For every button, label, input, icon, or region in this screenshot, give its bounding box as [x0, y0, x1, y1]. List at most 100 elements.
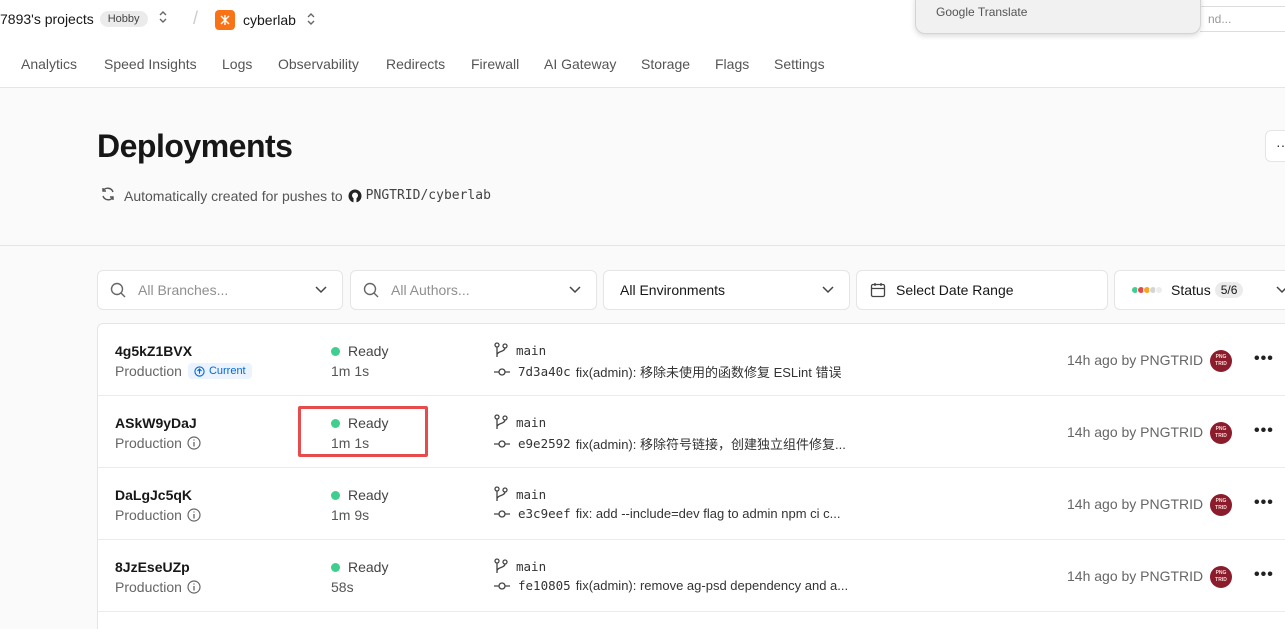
commit-message: fix(admin): remove ag-psd dependency and… [575, 578, 849, 593]
branches-placeholder: All Branches... [138, 282, 229, 298]
date-range-filter[interactable]: Select Date Range [856, 270, 1108, 310]
ready-status-dot [331, 562, 340, 572]
chevron-updown-icon[interactable] [306, 12, 316, 29]
subtitle-text: Automatically created for pushes to [124, 187, 343, 204]
repo-link[interactable]: PNGTRID/cyberlab [366, 188, 491, 203]
deployment-status: Ready [331, 487, 388, 503]
tab-settings[interactable]: Settings [774, 56, 825, 72]
build-duration: 1m 9s [331, 507, 370, 523]
branch-name[interactable]: main [516, 559, 546, 574]
plan-badge: Hobby [99, 10, 148, 27]
chevron-down-icon [1275, 282, 1285, 299]
status-dots-icon [1131, 286, 1163, 294]
deployment-id[interactable]: ASkW9yDaJ [115, 415, 197, 431]
deployment-id[interactable]: 8JzEseUZp [115, 559, 190, 575]
status-label: Ready [348, 343, 389, 359]
deployment-env: Production Current [115, 363, 252, 379]
more-options-icon[interactable]: ••• [1254, 422, 1274, 440]
deployment-id[interactable]: 4g5kZ1BVX [115, 343, 192, 359]
authors-filter[interactable]: All Authors... [350, 270, 597, 310]
more-options-icon[interactable]: ••• [1254, 494, 1274, 512]
status-label: Ready [348, 487, 389, 503]
branch-info: main [494, 342, 546, 358]
team-switcher[interactable]: 7893's projects Hobby [0, 10, 168, 27]
sync-icon [100, 186, 116, 205]
deployment-time: 14h ago by PNGTRID [1067, 352, 1204, 368]
deployment-time: 14h ago by PNGTRID [1067, 568, 1204, 584]
git-branch-icon [494, 414, 508, 429]
ready-status-dot [331, 346, 340, 356]
environments-filter[interactable]: All Environments [603, 270, 850, 310]
deployment-status: Ready [331, 343, 388, 359]
branch-name[interactable]: main [516, 487, 546, 502]
commit-info: 7d3a40c fix(admin): 移除未使用的函数修复 ESLint 错误 [494, 362, 884, 381]
build-duration: 58s [331, 579, 354, 595]
arrow-up-circle-icon [194, 365, 205, 377]
branch-info: main [494, 558, 546, 574]
deployment-row[interactable]: 4g5kZ1BVX Production Current Ready 1m 1s… [98, 324, 1285, 396]
avatar: PNG TRID [1210, 422, 1232, 444]
tab-analytics[interactable]: Analytics [21, 56, 77, 72]
environments-value: All Environments [620, 282, 726, 298]
deployment-row[interactable]: DaLgJc5qK Production Ready 1m 9s main e3… [98, 468, 1285, 540]
info-icon [187, 508, 201, 522]
commit-hash[interactable]: 7d3a40c [518, 364, 571, 379]
branch-name[interactable]: main [516, 415, 546, 430]
branch-name[interactable]: main [516, 343, 546, 358]
deployment-time: 14h ago by PNGTRID [1067, 496, 1204, 512]
project-logo-icon [215, 10, 235, 30]
git-commit-icon [494, 509, 510, 518]
commit-hash[interactable]: e9e2592 [518, 436, 571, 451]
build-duration: 1m 1s [331, 363, 370, 379]
tab-storage[interactable]: Storage [641, 56, 690, 72]
commit-hash[interactable]: fe10805 [518, 578, 571, 593]
deployment-id[interactable]: DaLgJc5qK [115, 487, 192, 503]
status-filter[interactable]: Status 5/6 [1114, 270, 1285, 310]
status-count-badge: 5/6 [1214, 282, 1244, 298]
page-title: Deployments [97, 128, 293, 164]
tab-flags[interactable]: Flags [715, 56, 749, 72]
tab-logs[interactable]: Logs [222, 56, 252, 72]
deployment-time: 14h ago by PNGTRID [1067, 424, 1204, 440]
more-options-button[interactable]: ·· [1265, 130, 1285, 162]
chevron-down-icon [568, 282, 582, 299]
git-branch-icon [494, 486, 508, 501]
tab-ai-gateway[interactable]: AI Gateway [544, 56, 616, 72]
more-options-icon[interactable]: ••• [1254, 350, 1274, 368]
search-icon [110, 282, 126, 298]
env-label: Production [115, 507, 182, 523]
tab-firewall[interactable]: Firewall [471, 56, 519, 72]
git-branch-icon [494, 558, 508, 573]
chevron-down-icon [821, 282, 835, 299]
deployment-row[interactable]: ASkW9yDaJ Production Ready 1m 1s main e9… [98, 396, 1285, 468]
more-options-icon[interactable]: ••• [1254, 566, 1274, 584]
commit-hash[interactable]: e3c9eef [518, 506, 571, 521]
avatar: PNG TRID [1210, 494, 1232, 516]
project-name: cyberlab [243, 12, 296, 28]
env-label: Production [115, 435, 182, 451]
authors-placeholder: All Authors... [391, 282, 470, 298]
commit-info: e3c9eef fix: add --include=dev flag to a… [494, 506, 884, 521]
page-subtitle: Automatically created for pushes to PNGT… [100, 186, 491, 205]
chevron-down-icon [314, 282, 328, 299]
branches-filter[interactable]: All Branches... [97, 270, 343, 310]
google-translate-label: Google Translate [936, 5, 1028, 19]
find-input[interactable]: nd... [1200, 6, 1285, 32]
page-header: Deployments Automatically created for pu… [0, 88, 1285, 246]
deployment-env: Production [115, 579, 201, 595]
tab-speed-insights[interactable]: Speed Insights [104, 56, 197, 72]
highlight-box [298, 406, 428, 457]
tab-observability[interactable]: Observability [278, 56, 359, 72]
branch-info: main [494, 414, 546, 430]
commit-info: fe10805 fix(admin): remove ag-psd depend… [494, 578, 884, 593]
deployment-env: Production [115, 507, 201, 523]
chevron-updown-icon[interactable] [158, 10, 168, 27]
status-dot [1155, 286, 1163, 294]
deployment-row[interactable]: 8JzEseUZp Production Ready 58s main fe10… [98, 540, 1285, 612]
top-bar: 7893's projects Hobby / cyberlab nd... G… [0, 0, 1285, 40]
tab-redirects[interactable]: Redirects [386, 56, 445, 72]
status-label: Status [1171, 282, 1211, 298]
avatar: PNG TRID [1210, 350, 1232, 372]
project-switcher[interactable]: cyberlab [215, 10, 316, 30]
current-label: Current [208, 365, 246, 377]
